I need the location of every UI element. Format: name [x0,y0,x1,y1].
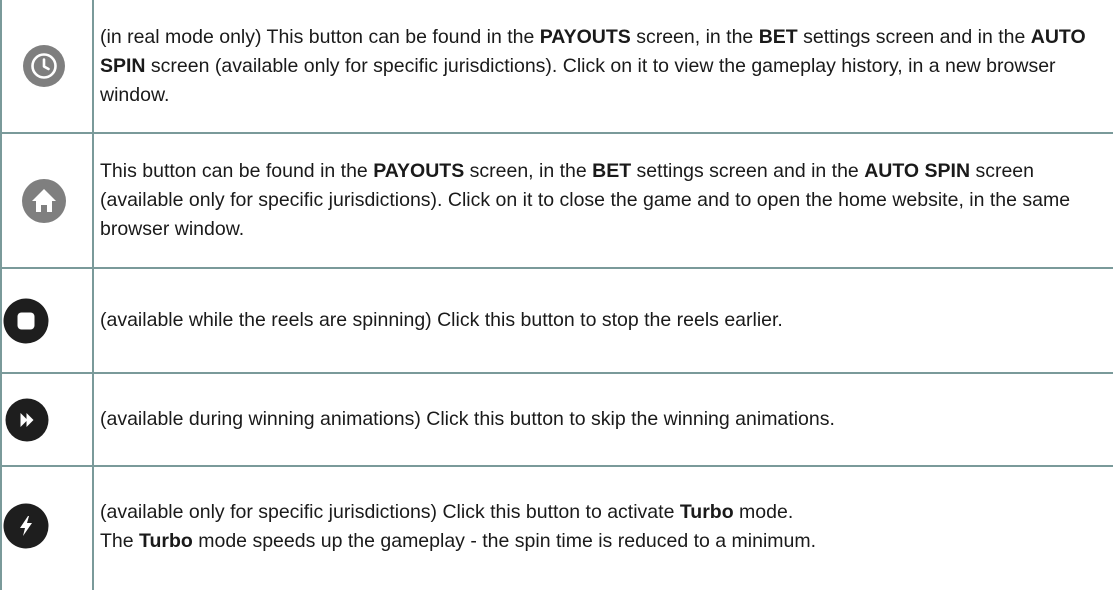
history-clock-icon [23,45,65,87]
table-row-skip: (available during winning animations) Cl… [0,374,1113,467]
help-table: (in real mode only) This button can be f… [0,0,1113,590]
description-text: screen, in the [630,25,759,48]
bold-term: BET [758,25,798,48]
row-description: (in real mode only) This button can be f… [100,0,1107,132]
row-description: (available during winning animations) Cl… [100,374,1107,465]
bold-term: PAYOUTS [539,25,631,48]
description-text: This button can be found in the [100,160,374,182]
home-icon [22,178,66,223]
description-text: settings screen and in the [631,160,865,182]
description-text: mode. [733,501,794,523]
table-row-stop: (available while the reels are spinning)… [0,269,1113,374]
description-text: (available while the reels are spinning)… [100,309,783,331]
row-description: (available while the reels are spinning)… [100,269,1107,372]
bold-term: BET [592,160,632,182]
turbo-lightning-icon [3,503,49,549]
row-description: (available only for specific jurisdictio… [100,467,1107,590]
description-text: (in real mode only) This button can be f… [100,25,540,48]
table-row-history: (in real mode only) This button can be f… [0,0,1113,134]
skip-icon [5,398,49,441]
bold-term: Turbo [139,530,193,552]
description-text: (available during winning animations) Cl… [100,408,835,430]
description-text: screen (available only for specific juri… [100,54,1056,106]
table-row-home: This button can be found in the PAYOUTS … [0,134,1113,269]
bold-term: AUTO SPIN [864,160,971,182]
description-text: settings screen and in the [797,25,1031,48]
row-description: This button can be found in the PAYOUTS … [100,134,1107,267]
description-text: The [100,530,140,552]
description-text: mode speeds up the gameplay - the spin t… [192,530,817,552]
description-text: (available only for specific jurisdictio… [100,501,680,523]
bold-term: PAYOUTS [373,160,465,182]
description-text: screen, in the [464,160,593,182]
stop-icon [3,298,49,343]
bold-term: Turbo [679,501,734,523]
table-row-turbo: (available only for specific jurisdictio… [0,467,1113,590]
